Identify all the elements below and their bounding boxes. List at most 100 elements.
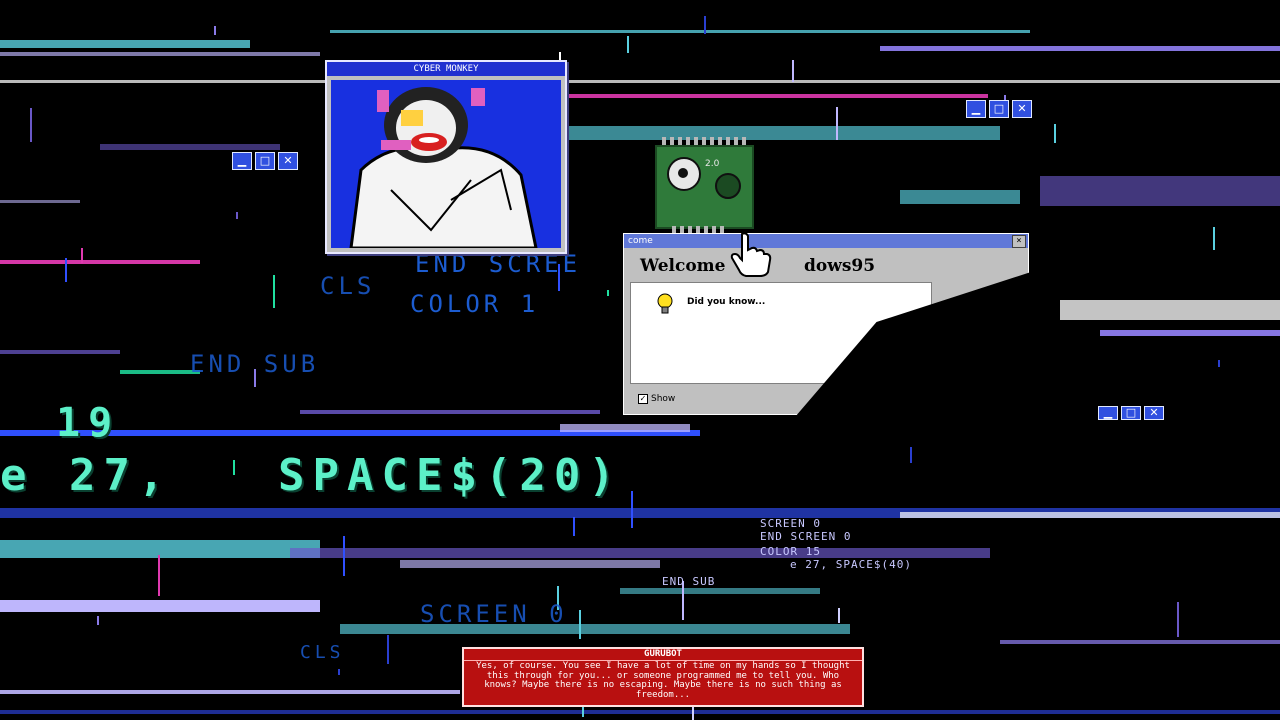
glitch-band [300, 410, 600, 414]
code-line-color: COLOR 1 [410, 290, 540, 318]
glitch-tick [1177, 602, 1179, 637]
window-controls-top-right: ▁ □ ✕ [966, 100, 1032, 118]
minimize-icon[interactable]: ▁ [232, 152, 252, 170]
glitch-tick [836, 107, 838, 140]
glitch-tick [214, 26, 216, 35]
glitch-band [900, 190, 1020, 204]
close-icon[interactable]: ✕ [278, 152, 298, 170]
glitch-band [900, 512, 1280, 518]
glitch-band [0, 690, 460, 694]
cyber-monkey-window[interactable]: CYBER MONKEY [325, 60, 567, 254]
hand-cursor-icon [730, 232, 772, 277]
glitch-tick [627, 36, 629, 53]
glitch-band [880, 46, 1280, 51]
welcome-heading-product: dows95 [804, 256, 876, 276]
code-line-end-sub: END SUB [190, 350, 320, 378]
show-checkbox-label: Show [651, 394, 676, 404]
welcome-dialog-title: come [624, 234, 1028, 248]
code-small-end-screen: END SCREEN 0 [760, 530, 852, 543]
glitch-band [560, 126, 1000, 140]
glitch-band [560, 424, 690, 432]
gurubot-message-box: GURUBOT Yes, of course. You see I have a… [462, 647, 864, 707]
welcome-heading: Welcome [640, 256, 726, 276]
show-checkbox[interactable]: ✓ [638, 394, 648, 404]
tip-label: Did you know... [687, 297, 766, 307]
code-line-screen-0: SCREEN 0 [420, 600, 568, 628]
glitch-tick [631, 491, 633, 528]
glitch-band [290, 548, 990, 558]
chip-version: 2.0 [705, 159, 720, 169]
gurubot-name: GURUBOT [464, 649, 862, 661]
minimize-icon[interactable]: ▁ [966, 100, 986, 118]
glitch-tick [1218, 360, 1220, 367]
lightbulb-icon [657, 293, 673, 314]
glitch-tick [838, 608, 840, 623]
chip-eye-icon [667, 157, 701, 191]
glitch-tick [1213, 227, 1215, 250]
maximize-icon[interactable]: □ [255, 152, 275, 170]
glitch-tick [338, 669, 340, 675]
glitch-tick [1054, 124, 1056, 143]
glitch-band [0, 710, 1280, 714]
glitch-band [0, 200, 80, 203]
glitch-band [0, 80, 1280, 83]
glitch-band [1040, 176, 1280, 206]
cyber-monkey-title: CYBER MONKEY [327, 62, 565, 76]
chip-eye-closed-icon [715, 173, 741, 199]
code-big-line-right: SPACE$(20) [278, 450, 623, 501]
glitch-tick [81, 248, 83, 263]
code-line-cls: CLS [320, 272, 376, 300]
glitch-band [0, 260, 200, 264]
glitch-band [620, 588, 820, 594]
close-icon[interactable]: ✕ [1012, 100, 1032, 118]
glitch-tick [158, 555, 160, 596]
glitch-tick [65, 258, 67, 282]
minimize-icon[interactable]: ▁ [1098, 406, 1118, 420]
glitch-band [100, 144, 280, 150]
glitch-band [0, 40, 250, 48]
code-big-line-left: e 27, [0, 450, 173, 501]
close-icon[interactable]: × [1012, 235, 1026, 248]
code-small-screen: SCREEN 0 [760, 517, 821, 530]
glitch-tick [273, 275, 275, 308]
welcome-dialog[interactable]: come × Welcome dows95 Did you know... ✓ … [623, 233, 1034, 424]
monkey-portrait [331, 80, 561, 248]
window-controls-lower-right: ▁ □ ✕ [1098, 406, 1164, 420]
glitch-tick [573, 517, 575, 536]
glitch-tick [97, 616, 99, 625]
glitch-band [0, 600, 320, 612]
gurubot-message: Yes, of course. You see I have a lot of … [476, 661, 850, 700]
glitch-tick [30, 108, 32, 142]
glitch-tick [387, 635, 389, 664]
cyber-monkey-image [331, 80, 561, 248]
glitch-band [0, 350, 120, 354]
glitch-tick [910, 447, 912, 463]
glitch-tick [607, 290, 609, 296]
show-checkbox-row[interactable]: ✓ Show [638, 394, 675, 404]
glitch-band [568, 94, 988, 98]
glitch-tick [236, 212, 238, 219]
chip-mascot: 2.0 [655, 145, 754, 229]
close-icon[interactable]: ✕ [1144, 406, 1164, 420]
maximize-icon[interactable]: □ [989, 100, 1009, 118]
glitch-band [0, 540, 320, 558]
glitch-band [330, 30, 1030, 33]
glitch-band [340, 624, 850, 634]
code-big-number: 19 [56, 400, 121, 446]
glitch-screen: END SCREE CLS COLOR 1 END SUB 19 e 27, S… [0, 0, 1280, 720]
glitch-band [1100, 330, 1280, 336]
glitch-tick [579, 610, 581, 639]
maximize-icon[interactable]: □ [1121, 406, 1141, 420]
code-line-cls-2: CLS [300, 642, 345, 663]
glitch-tick [343, 536, 345, 576]
code-small-space40: e 27, SPACE$(40) [790, 558, 912, 571]
glitch-tick [792, 60, 794, 82]
glitch-band [1060, 300, 1280, 320]
window-controls-left: ▁ □ ✕ [232, 152, 298, 170]
glitch-tick [233, 460, 235, 475]
code-small-color: COLOR 15 [760, 545, 821, 558]
glitch-band [400, 560, 660, 568]
code-line-end-screen: END SCREE [415, 250, 582, 278]
code-small-end-sub: END SUB [662, 575, 716, 588]
glitch-tick [704, 16, 706, 34]
